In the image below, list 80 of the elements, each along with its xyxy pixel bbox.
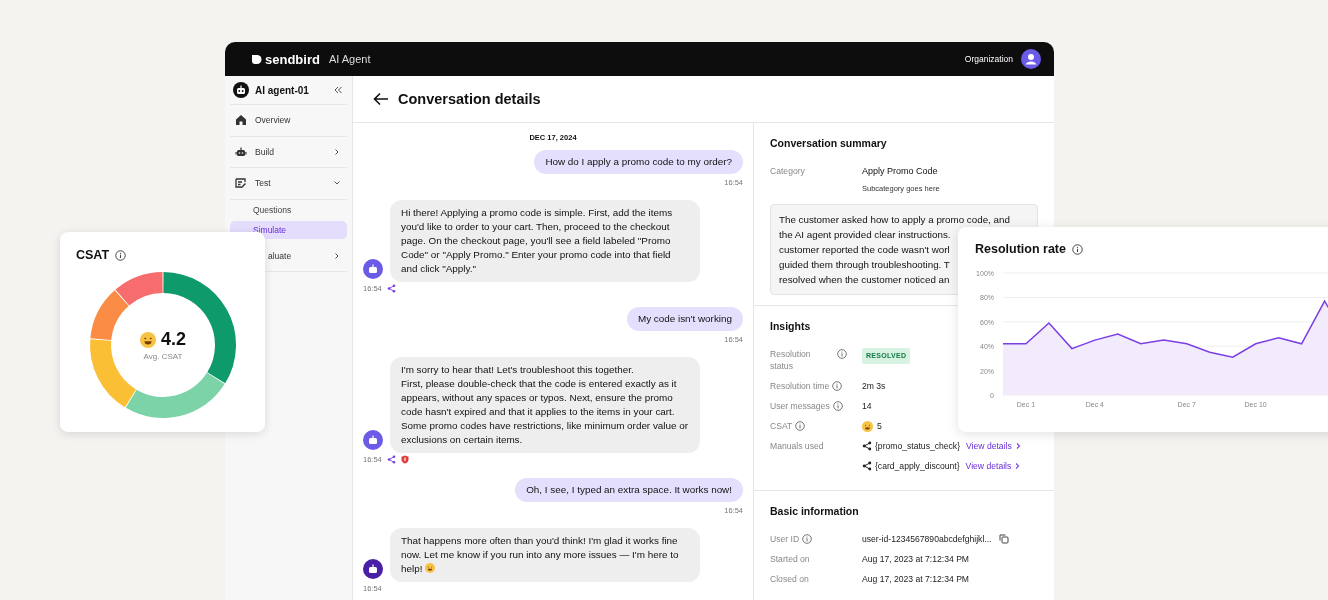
field-label: Resolution status [770, 348, 812, 372]
summary-text: the AI agent provided clear instructions. [779, 229, 951, 240]
sidebar-subitem[interactable]: Questions [230, 200, 347, 219]
shield-icon[interactable] [400, 454, 409, 464]
bot-avatar-icon [363, 259, 383, 279]
bot-message: Hi there! Applying a promo code is simple. First, add the items you'd like to order to your cart. Then, proceed to the checkout page. On the checkout page, you'll see a field labeled "Promo Code" or "Apply Promo." Enter your promo code into that field and click "Apply." [390, 200, 700, 282]
bot-avatar-icon [363, 430, 383, 450]
field-label: Category [770, 165, 806, 177]
sidebar-item[interactable]: Overview [255, 115, 291, 126]
sidebar-subitem[interactable]: Simulate [230, 220, 347, 239]
bot-message: I'm sorry to hear that! Let's troubleshoot this together. First, please double-check that the code is entered exactly as it appears, without any spaces or typos. Next, ensure the promo code hasn't expired and that it applies to the items in your cart. Some promo codes have restrictions, like minimum order value or exclusions on certain items. [390, 357, 700, 453]
section-title: Conversation summary [770, 137, 887, 149]
field-label: Started on [770, 553, 810, 565]
chevron-right-icon[interactable] [333, 147, 341, 156]
chevron-right-icon[interactable] [333, 251, 341, 260]
smiley-icon [425, 563, 436, 573]
product-name: AI Agent [328, 53, 371, 65]
sidebar-item[interactable]: Build [255, 146, 274, 157]
card-title: Resolution rate [975, 242, 1066, 256]
field-label: Resolution time [770, 380, 830, 392]
field-value: Aug 17, 2023 at 7:12:34 PM [862, 573, 970, 585]
field-label: CSAT [770, 420, 793, 432]
field-value: 5 [877, 420, 882, 432]
nodes-icon [862, 461, 872, 471]
manual-name: {card_apply_discount} [875, 460, 960, 472]
info-icon[interactable] [832, 401, 843, 411]
copy-icon[interactable] [999, 534, 1010, 544]
info-icon[interactable] [832, 381, 843, 391]
edit-icon [235, 177, 247, 190]
info-icon[interactable] [1072, 243, 1083, 255]
nodes-icon[interactable] [386, 283, 396, 293]
card-title: CSAT [76, 248, 110, 262]
logo-icon [251, 53, 262, 65]
csat-value: 4.2 [161, 329, 186, 350]
smiley-icon [140, 331, 156, 348]
back-arrow-icon[interactable] [373, 92, 389, 106]
field-value: 2m 3s [862, 380, 886, 392]
field-label: User ID [770, 533, 800, 545]
field-value: user-id-1234567890abcdefghijkl... [862, 533, 992, 545]
chevron-right-icon [1014, 462, 1022, 470]
field-label: User messages [770, 400, 830, 412]
avatar-icon[interactable] [1021, 49, 1041, 69]
csat-caption: Avg. CSAT [143, 352, 183, 361]
nodes-icon[interactable] [386, 454, 396, 464]
agent-name: AI agent-01 [255, 84, 309, 96]
field-label: Closed on [770, 573, 809, 585]
summary-text: resolved when the customer noticed an [779, 274, 950, 285]
bot-message: That happens more often than you'd think! I'm glad it works fine now. Let me know if you run into any more issues — I'm here to help! [390, 528, 700, 582]
collapse-icon[interactable] [333, 85, 343, 95]
nodes-icon [862, 441, 872, 451]
smiley-icon [862, 420, 873, 432]
category-value: Apply Promo Code [862, 165, 939, 177]
sidebar-item[interactable]: Test [255, 178, 271, 189]
robot-icon [233, 82, 249, 98]
field-value: Aug 17, 2023 at 7:12:34 PM [862, 553, 970, 565]
page-title: Conversation details [398, 91, 541, 107]
field-label: Manuals used [770, 440, 824, 452]
chevron-right-icon [1014, 442, 1022, 450]
info-icon[interactable] [837, 349, 847, 359]
field-value: 14 [862, 400, 872, 412]
view-details-link[interactable]: View details [966, 440, 1012, 452]
bot-avatar-icon [363, 559, 383, 579]
user-message: How do I apply a promo code to my order? [534, 150, 743, 174]
account-name[interactable]: Organization [964, 54, 1013, 64]
user-message: Oh, I see, I typed an extra space. It works now! [515, 478, 743, 502]
info-icon[interactable] [795, 421, 806, 431]
sidebar-item[interactable]: aluate [268, 250, 292, 261]
section-title: Insights [770, 320, 811, 332]
section-title: Basic information [770, 505, 859, 517]
summary-text: The customer asked how to apply a promo code, and [779, 214, 1010, 225]
view-details-link[interactable]: View details [965, 460, 1012, 472]
robot-icon [235, 145, 247, 158]
manual-name: {promo_status_check} [875, 440, 961, 452]
info-icon[interactable] [802, 534, 813, 544]
summary-text: customer reported the code wasn't worl [779, 244, 950, 255]
user-message: My code isn't working [626, 307, 743, 331]
summary-text: guided them through troubleshooting. T [779, 259, 950, 270]
info-icon[interactable] [115, 249, 127, 261]
logo-text: sendbird [265, 51, 320, 67]
home-icon [235, 114, 247, 127]
